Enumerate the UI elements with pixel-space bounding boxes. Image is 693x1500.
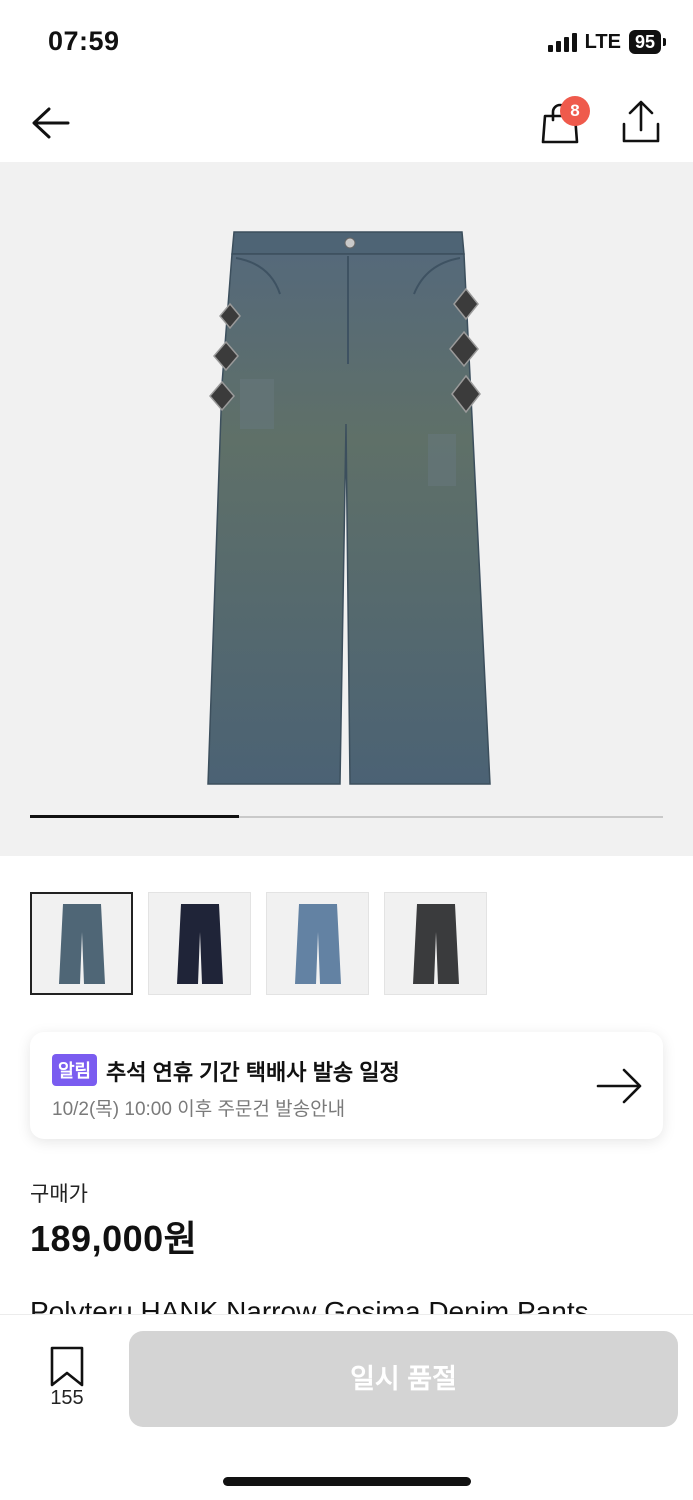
notice-card[interactable]: 알림 추석 연휴 기간 택배사 발송 일정 10/2(목) 10:00 이후 주…: [30, 1032, 663, 1139]
status-indicators: LTE 95: [547, 30, 667, 54]
denim-pants-navy-image: [176, 903, 223, 984]
gallery-progress: [30, 815, 663, 818]
thumbnail-denim-pants-light-blue[interactable]: [266, 892, 369, 995]
network-label: LTE: [584, 30, 621, 53]
notice-title: 추석 연휴 기간 택배사 발송 일정: [106, 1060, 400, 1085]
battery-icon: 95: [628, 30, 667, 54]
price-value: 189,000원: [30, 1218, 198, 1259]
thumbnail-denim-pants-black[interactable]: [384, 892, 487, 995]
signal-icon: [547, 32, 577, 52]
thumbnail-denim-pants-navy[interactable]: [148, 892, 251, 995]
price-label: 구매가: [30, 1183, 88, 1206]
bookmark-icon[interactable]: [46, 1345, 88, 1387]
status-bar: 07:59 LTE 95: [0, 0, 693, 80]
notice-tag: 알림: [52, 1054, 98, 1086]
denim-pants-light-blue-image: [294, 903, 341, 984]
soldout-button[interactable]: 일시 품절: [129, 1331, 678, 1427]
thumbnail-denim-pants-blue-wash[interactable]: [30, 892, 133, 995]
denim-pants-blue-wash-image: [58, 903, 105, 984]
notice-subtitle: 10/2(목) 10:00 이후 주문건 발송안내: [52, 1099, 346, 1120]
wish-count: 155: [50, 1387, 84, 1409]
arrow-left-icon[interactable]: [28, 100, 74, 146]
denim-pants-black-image: [412, 903, 459, 984]
thumbnail-list: [30, 892, 487, 995]
share-upload-icon[interactable]: [618, 98, 664, 146]
home-indicator: [223, 1477, 471, 1486]
arrow-right-icon[interactable]: [596, 1064, 644, 1108]
bottom-action-bar: 155 일시 품절: [0, 1314, 693, 1500]
denim-pants-photo: [207, 231, 491, 785]
product-image-gallery[interactable]: [0, 162, 693, 856]
cart-count-badge: 8: [560, 96, 590, 126]
status-time: 07:59: [48, 26, 120, 56]
nav-bar: [0, 80, 693, 162]
gallery-progress-fill: [30, 815, 239, 818]
